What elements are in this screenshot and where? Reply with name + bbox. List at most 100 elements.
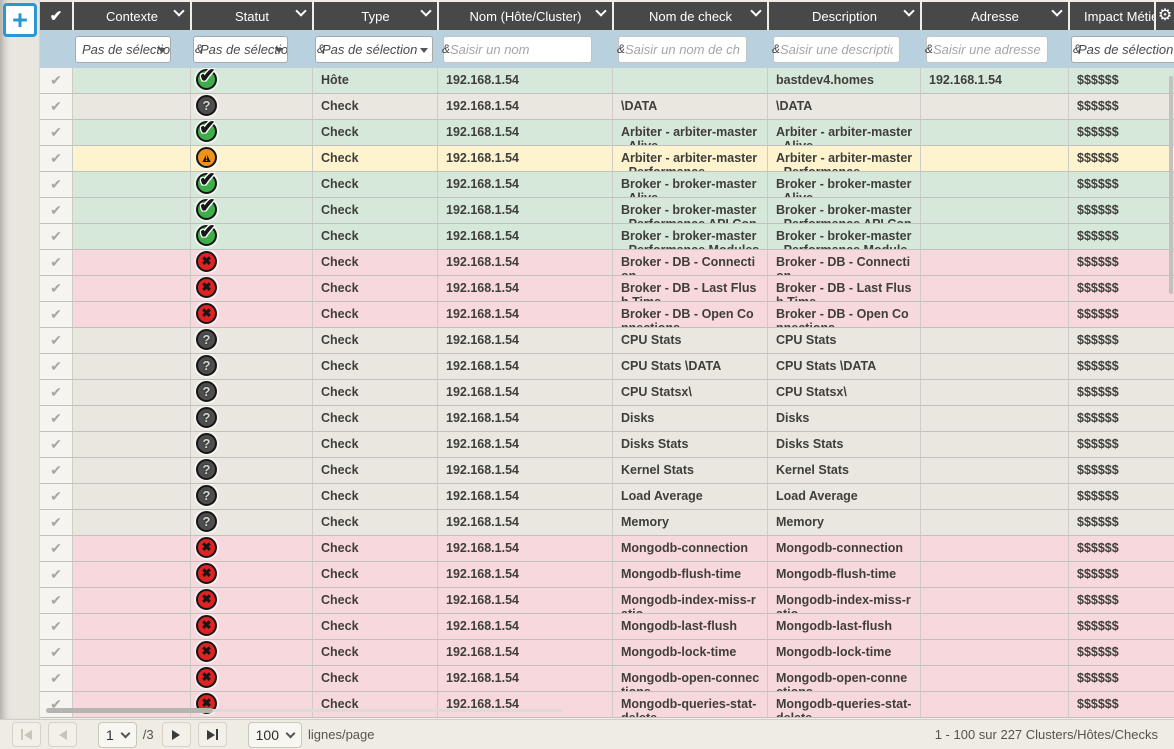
nom-de-check-filter-input[interactable] <box>618 36 747 63</box>
table-row[interactable]: ✔ Check 192.168.1.54 Mongodb-flush-time … <box>40 562 1174 588</box>
nom-cell: 192.168.1.54 <box>437 224 612 249</box>
range-label: 1 - 100 sur 227 Clusters/Hôtes/Checks <box>935 727 1158 742</box>
row-check-icon[interactable]: ✔ <box>50 644 62 660</box>
table-row[interactable]: ✔ Check 192.168.1.54 Disks Stats Disks S… <box>40 432 1174 458</box>
table-row[interactable]: ✔ Hôte 192.168.1.54 bastdev4.homes 192.1… <box>40 68 1174 94</box>
row-check-icon[interactable]: ✔ <box>50 280 62 296</box>
nom-cell: 192.168.1.54 <box>437 692 612 717</box>
caret-down-icon <box>275 48 283 53</box>
row-check-icon[interactable]: ✔ <box>50 566 62 582</box>
nom-cell: 192.168.1.54 <box>437 380 612 405</box>
adresse-filter-input[interactable] <box>926 36 1048 63</box>
nom-filter-input[interactable] <box>443 36 592 63</box>
status-icon <box>196 225 217 246</box>
impact-cell: $$$$$$ <box>1068 224 1174 249</box>
column-header-contexte[interactable]: Contexte <box>72 2 190 30</box>
column-header-nom-de-check[interactable]: Nom de check <box>612 2 767 30</box>
adresse-cell <box>920 380 1068 405</box>
type-filter-select[interactable]: Pas de sélection <box>315 36 433 63</box>
row-check-icon[interactable]: ✔ <box>50 488 62 504</box>
row-check-icon[interactable]: ✔ <box>50 150 62 166</box>
horizontal-scrollbar[interactable] <box>46 708 213 713</box>
table-row[interactable]: ✔ Check 192.168.1.54 \DATA \DATA $$$$$$ <box>40 94 1174 120</box>
row-check-icon[interactable]: ✔ <box>50 540 62 556</box>
impact-cell: $$$$$$ <box>1068 536 1174 561</box>
table-row[interactable]: ✔ Check 192.168.1.54 Mongodb-index-miss-… <box>40 588 1174 614</box>
statut-filter-select[interactable]: Pas de sélection <box>193 36 288 63</box>
table-row[interactable]: ✔ Check 192.168.1.54 Arbiter - arbiter-m… <box>40 120 1174 146</box>
previous-page-button[interactable] <box>48 722 77 747</box>
column-header-statut[interactable]: Statut <box>190 2 312 30</box>
row-check-icon[interactable]: ✔ <box>50 436 62 452</box>
impact-cell: $$$$$$ <box>1068 146 1174 171</box>
row-check-icon[interactable]: ✔ <box>50 98 62 114</box>
column-header-adresse[interactable]: Adresse <box>920 2 1068 30</box>
impact-cell: $$$$$$ <box>1068 692 1174 717</box>
nom-cell: 192.168.1.54 <box>437 432 612 457</box>
first-page-button[interactable] <box>12 722 41 747</box>
page-select[interactable]: 1 <box>98 722 137 748</box>
impact-cell: $$$$$$ <box>1068 120 1174 145</box>
table-row[interactable]: ✔ Check 192.168.1.54 Broker - DB - Last … <box>40 276 1174 302</box>
impact-filter-select[interactable]: Pas de sélection <box>1071 36 1174 63</box>
row-check-icon[interactable]: ✔ <box>50 670 62 686</box>
chevron-down-icon <box>903 5 914 16</box>
table-row[interactable]: ✔ Check 192.168.1.54 Arbiter - arbiter-m… <box>40 146 1174 172</box>
table-row[interactable]: ✔ Check 192.168.1.54 Mongodb-open-connec… <box>40 666 1174 692</box>
page-size-select[interactable]: 100 <box>248 722 302 748</box>
table-row[interactable]: ✔ Check 192.168.1.54 Kernel Stats Kernel… <box>40 458 1174 484</box>
nom-de-check-cell: Broker - broker-master - Alive <box>612 172 767 197</box>
contexte-cell <box>72 276 190 301</box>
table-row[interactable]: ✔ Check 192.168.1.54 Mongodb-queries-sta… <box>40 692 1174 718</box>
row-check-icon[interactable]: ✔ <box>50 514 62 530</box>
table-row[interactable]: ✔ Check 192.168.1.54 Mongodb-last-flush … <box>40 614 1174 640</box>
row-check-icon[interactable]: ✔ <box>50 358 62 374</box>
table-row[interactable]: ✔ Check 192.168.1.54 CPU Stats CPU Stats… <box>40 328 1174 354</box>
row-check-icon[interactable]: ✔ <box>50 306 62 322</box>
row-check-icon[interactable]: ✔ <box>50 592 62 608</box>
table-row[interactable]: ✔ Check 192.168.1.54 Mongodb-lock-time M… <box>40 640 1174 666</box>
table-row[interactable]: ✔ Check 192.168.1.54 Disks Disks $$$$$$ <box>40 406 1174 432</box>
table-row[interactable]: ✔ Check 192.168.1.54 CPU Statsx\ CPU Sta… <box>40 380 1174 406</box>
adresse-cell <box>920 406 1068 431</box>
select-all-header[interactable]: ✔ <box>40 2 72 30</box>
table-row[interactable]: ✔ Check 192.168.1.54 Load Average Load A… <box>40 484 1174 510</box>
row-check-icon[interactable]: ✔ <box>50 124 62 140</box>
contexte-filter-select[interactable]: Pas de sélection <box>75 36 171 63</box>
contexte-cell <box>72 302 190 327</box>
table-row[interactable]: ✔ Check 192.168.1.54 Memory Memory $$$$$… <box>40 510 1174 536</box>
row-select-cell: ✔ <box>40 380 72 405</box>
next-page-button[interactable] <box>162 722 191 747</box>
row-check-icon[interactable]: ✔ <box>50 618 62 634</box>
column-header-nom[interactable]: Nom (Hôte/Cluster) <box>437 2 612 30</box>
table-row[interactable]: ✔ Check 192.168.1.54 Broker - broker-mas… <box>40 172 1174 198</box>
row-check-icon[interactable]: ✔ <box>50 462 62 478</box>
table-row[interactable]: ✔ Check 192.168.1.54 CPU Stats \DATA CPU… <box>40 354 1174 380</box>
table-row[interactable]: ✔ Check 192.168.1.54 Broker - broker-mas… <box>40 224 1174 250</box>
row-check-icon[interactable]: ✔ <box>50 254 62 270</box>
add-button[interactable]: + <box>3 3 37 37</box>
type-cell: Check <box>312 432 437 457</box>
table-row[interactable]: ✔ Check 192.168.1.54 Mongodb-connection … <box>40 536 1174 562</box>
table-row[interactable]: ✔ Check 192.168.1.54 Broker - broker-mas… <box>40 198 1174 224</box>
description-cell: Arbiter - arbiter-master - Performance <box>767 146 920 171</box>
description-filter-input[interactable] <box>773 36 900 63</box>
row-check-icon[interactable]: ✔ <box>50 202 62 218</box>
chevron-down-icon <box>1051 5 1062 16</box>
column-header-description[interactable]: Description <box>767 2 920 30</box>
column-header-type[interactable]: Type <box>312 2 437 30</box>
last-page-button[interactable] <box>198 722 227 747</box>
row-check-icon[interactable]: ✔ <box>50 72 62 88</box>
table-body: ✔ Hôte 192.168.1.54 bastdev4.homes 192.1… <box>40 68 1174 718</box>
vertical-scrollbar[interactable] <box>1169 76 1173 294</box>
row-check-icon[interactable]: ✔ <box>50 332 62 348</box>
table-row[interactable]: ✔ Check 192.168.1.54 Broker - DB - Conne… <box>40 250 1174 276</box>
type-cell: Check <box>312 614 437 639</box>
row-check-icon[interactable]: ✔ <box>50 228 62 244</box>
row-check-icon[interactable]: ✔ <box>50 384 62 400</box>
impact-cell: $$$$$$ <box>1068 380 1174 405</box>
row-check-icon[interactable]: ✔ <box>50 176 62 192</box>
settings-button[interactable]: ⚙ <box>1154 2 1174 30</box>
row-check-icon[interactable]: ✔ <box>50 410 62 426</box>
table-row[interactable]: ✔ Check 192.168.1.54 Broker - DB - Open … <box>40 302 1174 328</box>
